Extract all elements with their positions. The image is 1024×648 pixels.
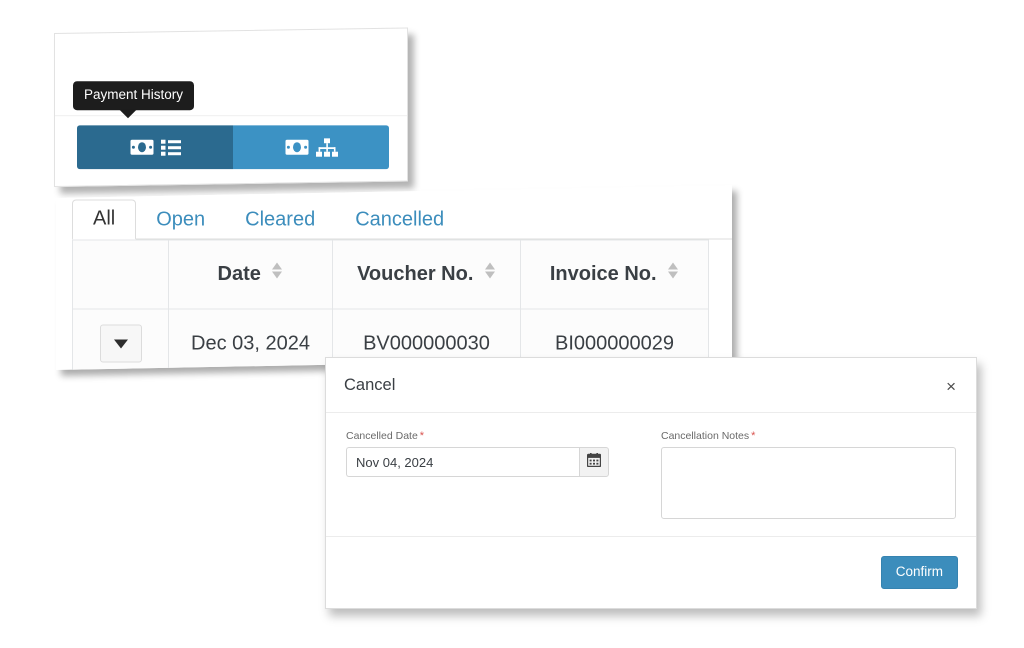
tooltip-text: Payment History bbox=[84, 87, 184, 103]
column-header-expand bbox=[72, 240, 169, 310]
column-header-invoice-no[interactable]: Invoice No. bbox=[520, 240, 709, 310]
calendar-icon-button[interactable] bbox=[579, 447, 609, 477]
cancellation-notes-field-group: Cancellation Notes * bbox=[651, 431, 956, 523]
sort-icon[interactable] bbox=[484, 262, 496, 286]
chevron-down-icon bbox=[113, 339, 128, 349]
cell-date: Dec 03, 2024 bbox=[168, 309, 333, 370]
calendar-icon bbox=[586, 452, 602, 472]
column-header-date[interactable]: Date bbox=[168, 240, 333, 310]
payment-view-toggle-group bbox=[77, 125, 389, 170]
modal-footer: Confirm bbox=[326, 536, 976, 608]
payment-hierarchy-button[interactable] bbox=[233, 125, 389, 170]
payments-table-panel: All Open Cleared Cancelled Date Voucher … bbox=[56, 185, 732, 370]
row-expand-caret-button[interactable] bbox=[99, 324, 142, 363]
cancellation-notes-label: Cancellation Notes * bbox=[661, 431, 956, 442]
cancellation-notes-textarea[interactable] bbox=[661, 447, 956, 519]
list-icon bbox=[160, 139, 181, 156]
tab-cancelled[interactable]: Cancelled bbox=[335, 202, 464, 240]
cancelled-date-input-group bbox=[346, 447, 609, 477]
column-header-voucher-no[interactable]: Voucher No. bbox=[332, 240, 521, 310]
tab-cleared[interactable]: Cleared bbox=[225, 202, 335, 240]
payments-table: Date Voucher No. Invoice No. Dec 03, 202… bbox=[72, 240, 709, 370]
cancelled-date-field-group: Cancelled Date * bbox=[346, 431, 651, 523]
table-header: Date Voucher No. Invoice No. bbox=[72, 240, 709, 310]
sort-icon[interactable] bbox=[271, 262, 283, 286]
tab-open[interactable]: Open bbox=[136, 202, 225, 240]
cancelled-date-label-text: Cancelled Date bbox=[346, 430, 418, 442]
tab-all[interactable]: All bbox=[72, 199, 137, 240]
column-header-invoice-no-label: Invoice No. bbox=[549, 262, 657, 285]
cancelled-date-input[interactable] bbox=[346, 447, 579, 477]
confirm-button[interactable]: Confirm bbox=[880, 556, 958, 589]
required-marker: * bbox=[751, 430, 756, 442]
cancellation-notes-label-text: Cancellation Notes bbox=[661, 430, 750, 442]
payment-history-panel-inner: Payment History bbox=[55, 31, 407, 183]
cancelled-date-label: Cancelled Date * bbox=[346, 431, 609, 442]
tooltip-arrow bbox=[119, 108, 137, 118]
money-bill-icon bbox=[285, 139, 309, 155]
money-bill-icon bbox=[130, 139, 154, 155]
row-expand-cell bbox=[72, 309, 169, 370]
modal-body: Cancelled Date * Nov 04, 2024 Cancellati… bbox=[326, 413, 976, 533]
payments-table-panel-inner: All Open Cleared Cancelled Date Voucher … bbox=[56, 191, 732, 370]
payment-history-button[interactable] bbox=[77, 125, 233, 170]
modal-header: Cancel × bbox=[326, 358, 976, 413]
column-header-voucher-no-label: Voucher No. bbox=[357, 262, 474, 285]
sort-icon[interactable] bbox=[667, 262, 679, 286]
sitemap-icon bbox=[315, 137, 338, 157]
close-icon[interactable]: × bbox=[942, 376, 960, 397]
required-marker: * bbox=[419, 430, 425, 442]
cancel-modal: Cancel × Cancelled Date * Nov 04, 2024 C… bbox=[325, 357, 977, 609]
payment-history-tooltip: Payment History bbox=[73, 81, 195, 118]
panel-divider bbox=[55, 115, 407, 117]
status-filter-tabs: All Open Cleared Cancelled bbox=[72, 194, 464, 240]
column-header-date-label: Date bbox=[217, 262, 261, 285]
payment-history-panel: Payment History bbox=[54, 27, 408, 188]
table-header-row: Date Voucher No. Invoice No. bbox=[72, 240, 709, 310]
modal-title: Cancel bbox=[344, 375, 396, 394]
